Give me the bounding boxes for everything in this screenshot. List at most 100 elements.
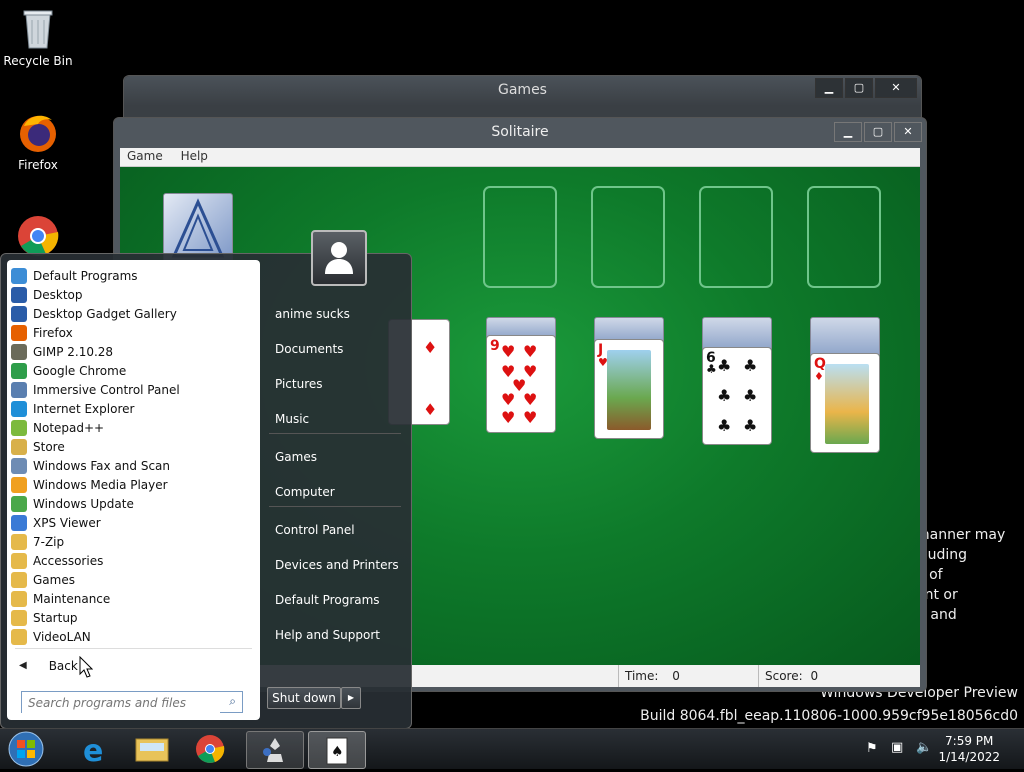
- program-label: Google Chrome: [33, 363, 127, 378]
- foundation-slot[interactable]: [483, 186, 557, 288]
- program-item[interactable]: Accessories: [11, 551, 103, 570]
- foundation-slot[interactable]: [699, 186, 773, 288]
- start-menu-link[interactable]: Games: [275, 450, 317, 464]
- start-menu-link[interactable]: Music: [275, 412, 309, 426]
- program-item[interactable]: Default Programs: [11, 266, 138, 285]
- program-item[interactable]: Windows Fax and Scan: [11, 456, 170, 475]
- start-menu-link[interactable]: Default Programs: [275, 593, 380, 607]
- facedown-cards: [702, 317, 772, 351]
- program-item[interactable]: Internet Explorer: [11, 399, 134, 418]
- face-card-art: [825, 364, 869, 444]
- program-item[interactable]: Maintenance: [11, 589, 110, 608]
- solitaire-titlebar[interactable]: Solitaire ▁ ▢ ✕: [114, 118, 926, 148]
- foundation-slot[interactable]: [807, 186, 881, 288]
- program-label: Windows Media Player: [33, 477, 168, 492]
- minimize-button[interactable]: ▁: [834, 122, 862, 142]
- program-icon: [11, 400, 27, 417]
- program-item[interactable]: Windows Update: [11, 494, 134, 513]
- start-menu-link[interactable]: Help and Support: [275, 628, 380, 642]
- program-item[interactable]: Games: [11, 570, 75, 589]
- program-item[interactable]: Desktop: [11, 285, 83, 304]
- tableau-card-6-clubs[interactable]: 6 ♣ ♣ ♣ ♣ ♣ ♣ ♣: [702, 347, 772, 445]
- program-item[interactable]: Immersive Control Panel: [11, 380, 180, 399]
- start-menu-link[interactable]: Computer: [275, 485, 335, 499]
- start-button[interactable]: [6, 730, 46, 772]
- volume-icon[interactable]: 🔈: [916, 740, 932, 755]
- program-icon: [11, 381, 27, 398]
- facedown-cards: [810, 317, 880, 357]
- programs-panel: Default Programs Desktop Desktop Gadget Ga…: [7, 260, 260, 720]
- menu-help[interactable]: Help: [174, 148, 215, 164]
- tableau-card-q-diamonds[interactable]: Q ♦: [810, 353, 880, 453]
- foundation-slot[interactable]: [591, 186, 665, 288]
- close-button[interactable]: ✕: [875, 78, 917, 98]
- menu-game[interactable]: Game: [120, 148, 170, 164]
- background-text-line: manner may: [916, 527, 1006, 543]
- program-label: GIMP 2.10.28: [33, 344, 114, 359]
- network-icon[interactable]: ▣: [891, 740, 903, 755]
- desktop-icon-label: Firefox: [18, 158, 58, 172]
- mouse-cursor: [79, 655, 94, 682]
- program-label: Default Programs: [33, 268, 138, 283]
- start-menu-link[interactable]: Documents: [275, 342, 343, 356]
- flag-icon[interactable]: ⚑: [866, 741, 878, 756]
- solitaire-window-title: Solitaire: [491, 124, 549, 140]
- start-menu[interactable]: Default Programs Desktop Desktop Gadget Ga…: [0, 230, 412, 729]
- program-item[interactable]: Firefox: [11, 323, 73, 342]
- maximize-button[interactable]: ▢: [864, 122, 892, 142]
- program-label: Store: [33, 439, 65, 454]
- time-value: 0: [672, 669, 680, 683]
- firefox-icon: [16, 110, 60, 154]
- program-icon: [11, 419, 27, 436]
- taskbar-explorer-button[interactable]: [124, 731, 180, 767]
- program-label: Notepad++: [33, 420, 105, 435]
- maximize-button[interactable]: ▢: [845, 78, 873, 98]
- program-label: Desktop: [33, 287, 83, 302]
- desktop-icon-label: Recycle Bin: [3, 54, 73, 68]
- program-label: 7-Zip: [33, 534, 65, 549]
- taskbar-games-button[interactable]: [246, 731, 304, 769]
- close-button[interactable]: ✕: [894, 122, 922, 142]
- clock[interactable]: 7:59 PM 1/14/2022: [938, 733, 1000, 765]
- program-item[interactable]: Store: [11, 437, 65, 456]
- avatar[interactable]: [311, 230, 367, 286]
- program-item[interactable]: Notepad++: [11, 418, 104, 437]
- desktop-icon-recycle-bin[interactable]: Recycle Bin: [0, 6, 76, 68]
- program-item[interactable]: Google Chrome: [11, 361, 126, 380]
- score-value: 0: [810, 669, 819, 683]
- minimize-button[interactable]: ▁: [815, 78, 843, 98]
- games-titlebar[interactable]: Games ▁ ▢ ✕: [124, 76, 921, 106]
- desktop-icon-firefox[interactable]: Firefox: [0, 110, 76, 172]
- shutdown-options-button[interactable]: ▶: [341, 687, 361, 709]
- start-menu-link[interactable]: anime sucks: [275, 307, 350, 321]
- svg-text:♠: ♠: [331, 744, 344, 760]
- program-label: Accessories: [33, 553, 104, 568]
- program-item[interactable]: Windows Media Player: [11, 475, 168, 494]
- search-box[interactable]: ⌕: [21, 691, 243, 713]
- program-item[interactable]: 7-Zip: [11, 532, 64, 551]
- watermark-line-2: Build 8064.fbl_eeap.110806-1000.959cf95e…: [640, 708, 1018, 724]
- search-icon[interactable]: ⌕: [229, 694, 236, 709]
- start-menu-link[interactable]: Control Panel: [275, 523, 355, 537]
- search-input[interactable]: [22, 693, 220, 713]
- shutdown-button[interactable]: Shut down: [267, 687, 341, 709]
- tableau-card-9-hearts[interactable]: 9 ♥ ♥ ♥ ♥ ♥ ♥ ♥ ♥ ♥: [486, 335, 556, 433]
- time-label: Time:: [625, 669, 659, 683]
- taskbar-solitaire-button[interactable]: ♠: [308, 731, 366, 769]
- program-item[interactable]: Desktop Gadget Gallery: [11, 304, 177, 323]
- tableau-card-j-hearts[interactable]: J ♥: [594, 339, 664, 439]
- taskbar-ie-button[interactable]: e: [66, 731, 122, 769]
- start-menu-link[interactable]: Devices and Printers: [275, 558, 399, 572]
- program-item[interactable]: Startup: [11, 608, 78, 627]
- taskbar-chrome-button[interactable]: [182, 731, 238, 767]
- solitaire-menubar: Game Help: [120, 148, 920, 167]
- program-icon: [11, 438, 27, 455]
- program-item[interactable]: GIMP 2.10.28: [11, 342, 113, 361]
- back-button[interactable]: ◀ Back: [19, 656, 78, 675]
- program-item[interactable]: XPS Viewer: [11, 513, 101, 532]
- program-icon: [11, 495, 27, 512]
- card-rank: 9: [490, 338, 500, 354]
- start-menu-link[interactable]: Pictures: [275, 377, 323, 391]
- program-item[interactable]: VideoLAN: [11, 627, 91, 646]
- program-icon: [11, 476, 27, 493]
